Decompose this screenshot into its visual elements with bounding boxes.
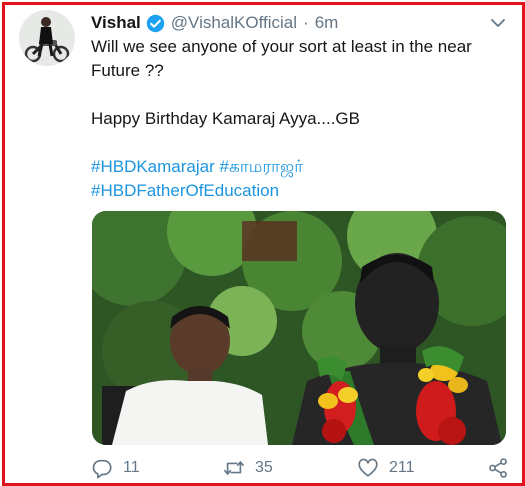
photo-statue-garland — [92, 211, 506, 445]
tweet-text: Will we see anyone of your sort at least… — [91, 35, 511, 203]
tweet-card: Vishal @VishalKOfficial · 6m Will we see… — [2, 2, 525, 486]
separator-dot: · — [303, 13, 309, 32]
heart-icon — [358, 458, 378, 477]
tweet-text-line: Future ?? — [91, 61, 164, 80]
tweet-photo[interactable] — [92, 211, 506, 445]
like-count: 211 — [389, 459, 415, 476]
retweet-count: 35 — [255, 459, 273, 476]
hashtag-link[interactable]: #காமராஜர் — [220, 157, 304, 176]
hashtag-link[interactable]: #HBDKamarajar — [91, 157, 215, 176]
tweet-timestamp[interactable]: 6m — [315, 13, 339, 33]
reply-icon — [92, 459, 112, 479]
tweet-text-line: Happy Birthday Kamaraj Ayya....GB — [91, 109, 360, 128]
share-icon — [489, 458, 507, 478]
chevron-down-icon[interactable] — [490, 15, 506, 31]
avatar[interactable] — [19, 10, 75, 66]
reply-count: 11 — [123, 459, 140, 476]
verified-badge-icon — [146, 14, 164, 32]
tweet-actions: 11 35 211 — [91, 455, 511, 481]
author-name[interactable]: Vishal — [91, 13, 141, 33]
hashtag-link[interactable]: #HBDFatherOfEducation — [91, 181, 279, 200]
tweet-header: Vishal @VishalKOfficial · 6m — [91, 11, 511, 35]
reply-button[interactable]: 11 — [91, 455, 140, 481]
avatar-image — [19, 10, 75, 66]
like-button[interactable]: 211 — [357, 455, 415, 481]
retweet-button[interactable]: 35 — [223, 455, 273, 481]
share-button[interactable] — [487, 455, 509, 481]
author-handle[interactable]: @VishalKOfficial — [171, 13, 297, 33]
retweet-icon — [224, 461, 244, 475]
tweet-text-line: Will we see anyone of your sort at least… — [91, 37, 472, 56]
